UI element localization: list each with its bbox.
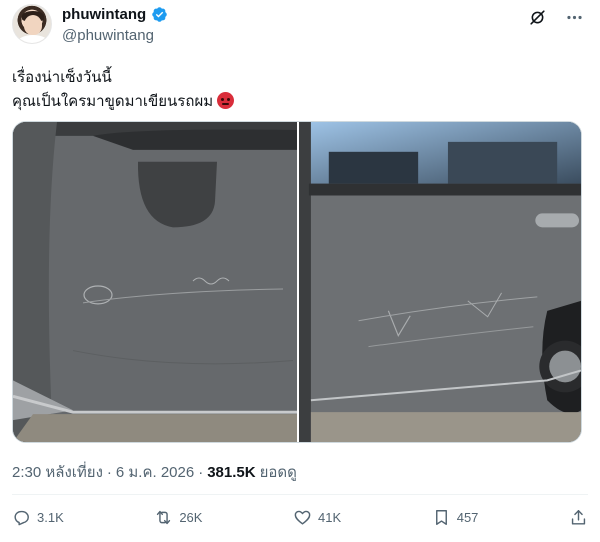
post-media-gallery xyxy=(12,121,582,443)
post-text-line-2-content: คุณเป็นใครมาขูดมาเขียนรถผม xyxy=(12,93,214,110)
post-text: เรื่องน่าเซ็งวันนี้ คุณเป็นใครมาขูดมาเขี… xyxy=(12,66,572,114)
post-text-line-1: เรื่องน่าเซ็งวันนี้ xyxy=(12,69,112,86)
bookmark-button[interactable]: 457 xyxy=(432,508,479,527)
author-handle[interactable]: @phuwintang xyxy=(62,27,154,44)
avatar[interactable] xyxy=(12,4,52,44)
post-date[interactable]: 6 ม.ค. 2026 xyxy=(116,460,194,484)
heart-icon xyxy=(294,510,311,525)
share-icon xyxy=(571,510,586,525)
angry-face-emoji-icon xyxy=(217,92,235,109)
repost-button[interactable]: 26K xyxy=(154,508,202,527)
avatar-shirt xyxy=(17,35,49,43)
divider xyxy=(12,494,588,495)
views-label: ยอดดู xyxy=(259,464,297,481)
like-count: 41K xyxy=(318,510,342,525)
post-text-line-2: คุณเป็นใครมาขูดมาเขียนรถผม xyxy=(12,90,572,114)
like-button[interactable]: 41K xyxy=(293,508,341,527)
verified-badge-icon xyxy=(152,7,167,22)
author-name-row: phuwintang xyxy=(62,6,168,23)
repost-icon xyxy=(157,510,171,525)
photo-car-door-left[interactable] xyxy=(13,122,297,442)
reply-icon xyxy=(14,510,29,526)
repost-count: 26K xyxy=(179,510,203,525)
bookmark-count: 457 xyxy=(456,510,479,525)
share-button[interactable] xyxy=(569,508,588,527)
post-meta: 2:30 หลังเที่ยง · 6 ม.ค. 2026 · 381.5K ย… xyxy=(12,460,297,484)
post-top-actions xyxy=(528,8,584,27)
avatar-face xyxy=(24,15,42,35)
reply-button[interactable]: 3.1K xyxy=(12,508,64,527)
post-actions-bar: 3.1K 26K 41K 457 xyxy=(12,508,588,527)
views-count: 381.5K xyxy=(207,463,256,481)
car-door-right-illustration xyxy=(299,122,581,442)
bookmark-icon xyxy=(435,510,447,525)
meta-separator: · xyxy=(198,463,204,481)
reply-count: 3.1K xyxy=(37,510,64,525)
photo-car-door-right[interactable] xyxy=(299,122,581,442)
grok-icon[interactable] xyxy=(528,8,547,27)
meta-separator: · xyxy=(106,463,112,481)
author-display-name[interactable]: phuwintang xyxy=(62,6,146,23)
more-icon[interactable] xyxy=(565,8,584,27)
post-time[interactable]: 2:30 หลังเที่ยง xyxy=(12,460,103,484)
car-door-left-illustration xyxy=(13,122,297,442)
